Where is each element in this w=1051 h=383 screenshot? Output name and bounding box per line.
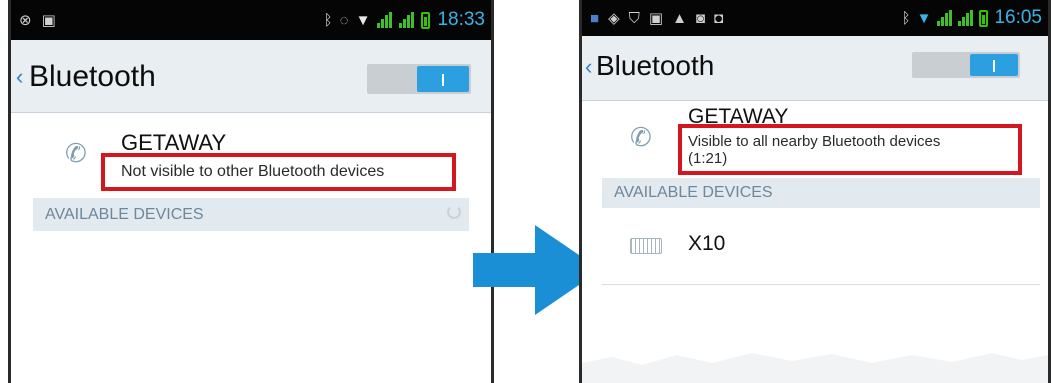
status-bar: ■ ◈ ⛉ ▣ ▲ ◙ ◘ ᛒ ▼ 16:05 [582,0,1048,36]
camera-icon: ◙ [695,9,705,27]
back-chevron-icon[interactable]: ‹ [585,54,592,80]
highlight-box [101,153,456,191]
battery-icon [979,9,989,27]
keyboard-icon [630,238,662,254]
available-device-x10[interactable]: X10 [688,232,725,256]
phone-screen-after: ■ ◈ ⛉ ▣ ▲ ◙ ◘ ᛒ ▼ 16:05 ‹ Bluetooth ✆ GE… [579,0,1051,383]
back-chevron-icon[interactable]: ‹ [16,64,23,90]
page-title: Bluetooth [29,60,156,93]
scanning-spinner-icon [447,205,461,219]
android-debug-icon: ⊗ [19,11,32,29]
wifi-icon: ▼ [916,9,932,27]
status-time: 16:05 [994,7,1042,28]
section-header-available-devices: AVAILABLE DEVICES [602,178,1040,208]
action-bar: ‹ Bluetooth [582,36,1048,101]
highlight-box [678,124,1022,175]
image-icon: ▣ [648,9,664,27]
warning-icon: ▲ [672,9,687,27]
action-bar: ‹ Bluetooth [11,40,491,113]
signal-icon [958,10,974,26]
page-title: Bluetooth [596,50,715,81]
signal-icon [399,12,415,28]
list-divider [602,284,1040,285]
signal-icon [937,10,953,26]
toggle-knob [970,54,1018,76]
shield-icon: ⛉ [628,9,640,27]
battery-icon [421,11,431,29]
phone-screen-before: ⊗ ▣ ᛒ ◌ ▼ 18:33 ‹ Bluetooth ✆ GETAWAY No… [8,0,494,383]
app-icon: ■ [590,9,600,27]
status-time: 18:33 [437,9,485,30]
bluetooth-icon: ᛒ [323,11,333,29]
status-bar: ⊗ ▣ ᛒ ◌ ▼ 18:33 [11,0,491,40]
torn-edge [582,353,1048,383]
phone-icon: ✆ [630,122,652,152]
section-header-available-devices: AVAILABLE DEVICES [33,198,469,231]
bluetooth-toggle[interactable] [367,64,471,94]
wifi-icon: ▼ [355,11,371,29]
section-header-label: AVAILABLE DEVICES [614,184,773,201]
gps-icon: ◈ [608,9,620,27]
image-icon: ▣ [41,11,56,29]
signal-icon [377,12,393,28]
briefcase-icon: ◘ [713,9,724,27]
bluetooth-icon: ᛒ [901,9,911,27]
toggle-knob [417,66,469,92]
sync-icon: ◌ [339,11,349,29]
section-header-label: AVAILABLE DEVICES [45,206,204,223]
phone-icon: ✆ [65,138,87,168]
bluetooth-toggle[interactable] [912,52,1020,78]
